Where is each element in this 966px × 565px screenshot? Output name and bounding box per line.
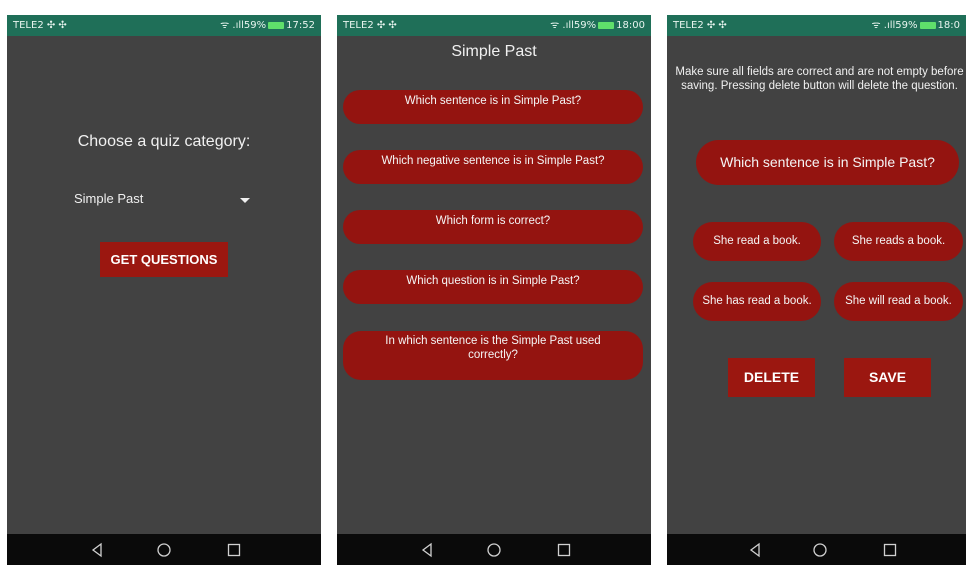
carrier-label: TELE2 ✣ ✣ bbox=[13, 20, 67, 31]
status-bar: TELE2 ✣ ✣ ᯤ .ıll59% 17:52 bbox=[7, 15, 321, 36]
get-questions-button[interactable]: GET QUESTIONS bbox=[100, 242, 228, 277]
back-icon[interactable] bbox=[747, 542, 763, 558]
clock: 17:52 bbox=[286, 20, 315, 31]
page-title: Simple Past bbox=[451, 43, 537, 60]
signal-icon: ᯤ .ıll59% bbox=[220, 20, 267, 31]
question-item[interactable]: Which negative sentence is in Simple Pas… bbox=[343, 150, 643, 184]
status-indicators: ᯤ .ıll59% 18:00 bbox=[550, 15, 645, 36]
dropdown-selected-value: Simple Past bbox=[74, 191, 144, 206]
back-icon[interactable] bbox=[89, 542, 105, 558]
category-dropdown[interactable]: Simple Past bbox=[74, 191, 250, 211]
battery-icon bbox=[598, 21, 615, 29]
carrier-label: TELE2 ✣ ✣ bbox=[673, 20, 727, 31]
navigation-bar bbox=[337, 534, 651, 565]
clock: 18:0 bbox=[937, 20, 960, 31]
home-icon[interactable] bbox=[486, 542, 502, 558]
signal-icon: ᯤ .ıll59% bbox=[871, 20, 918, 31]
answer-field[interactable]: She has read a book. bbox=[693, 282, 821, 321]
battery-icon bbox=[919, 21, 936, 29]
question-item[interactable]: Which question is in Simple Past? bbox=[343, 270, 643, 304]
phone-screen-questions: TELE2 ✣ ✣ ᯤ .ıll59% 18:00 Simple Past Whi… bbox=[337, 15, 651, 565]
carrier-label: TELE2 ✣ ✣ bbox=[343, 20, 397, 31]
save-instructions: Make sure all fields are correct and are… bbox=[675, 66, 964, 92]
question-field[interactable]: Which sentence is in Simple Past? bbox=[696, 140, 959, 185]
battery-icon bbox=[268, 21, 285, 29]
answer-field[interactable]: She will read a book. bbox=[834, 282, 963, 321]
status-indicators: ᯤ .ıll59% 17:52 bbox=[220, 15, 315, 36]
page-title: Choose a quiz category: bbox=[77, 133, 251, 150]
delete-button[interactable]: DELETE bbox=[728, 358, 815, 397]
navigation-bar bbox=[667, 534, 966, 565]
home-icon[interactable] bbox=[156, 542, 172, 558]
navigation-bar bbox=[7, 534, 321, 565]
recent-apps-icon[interactable] bbox=[226, 542, 242, 558]
recent-apps-icon[interactable] bbox=[556, 542, 572, 558]
status-indicators: ᯤ .ıll59% 18:0 bbox=[871, 15, 960, 36]
recent-apps-icon[interactable] bbox=[882, 542, 898, 558]
question-item[interactable]: Which form is correct? bbox=[343, 210, 643, 244]
home-icon[interactable] bbox=[812, 542, 828, 558]
phone-screen-edit-question: TELE2 ✣ ✣ ᯤ .ıll59% 18:0 Make sure all fi… bbox=[667, 15, 966, 565]
phone-screen-category: TELE2 ✣ ✣ ᯤ .ıll59% 17:52 Choose a quiz c… bbox=[7, 15, 321, 565]
clock: 18:00 bbox=[616, 20, 645, 31]
answer-field[interactable]: She reads a book. bbox=[834, 222, 963, 261]
back-icon[interactable] bbox=[419, 542, 435, 558]
status-bar: TELE2 ✣ ✣ ᯤ .ıll59% 18:00 bbox=[337, 15, 651, 36]
caret-down-icon bbox=[240, 198, 250, 203]
question-item[interactable]: Which sentence is in Simple Past? bbox=[343, 90, 643, 124]
status-bar: TELE2 ✣ ✣ ᯤ .ıll59% 18:0 bbox=[667, 15, 966, 36]
answer-field[interactable]: She read a book. bbox=[693, 222, 821, 261]
question-item[interactable]: In which sentence is the Simple Past use… bbox=[343, 331, 643, 380]
save-button[interactable]: SAVE bbox=[844, 358, 931, 397]
signal-icon: ᯤ .ıll59% bbox=[550, 20, 597, 31]
